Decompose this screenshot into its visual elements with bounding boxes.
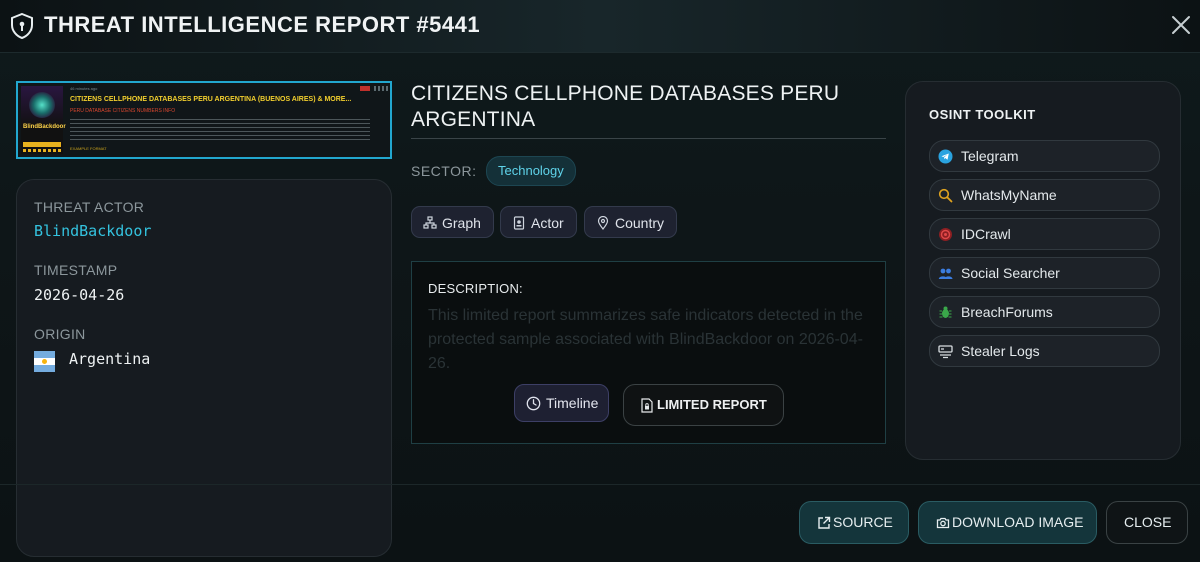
report-modal: THREAT INTELLIGENCE REPORT #5441 BlindBa…	[0, 0, 1200, 562]
report-title: CITIZENS CELLPHONE DATABASES PERU ARGENT…	[411, 82, 840, 131]
footer-divider	[0, 484, 1200, 485]
tool-whatsmyname-label: WhatsMyName	[961, 187, 1057, 203]
close-button[interactable]: CLOSE	[1106, 501, 1188, 544]
actor-button[interactable]: Actor	[500, 206, 577, 238]
users-icon	[938, 268, 953, 279]
origin-label: ORIGIN	[34, 326, 86, 342]
tool-breachforums[interactable]: BreachForums	[929, 296, 1160, 328]
sector-badge: Technology	[486, 156, 576, 186]
description-text: This limited report summarizes safe indi…	[428, 307, 863, 372]
tool-stealer-logs-label: Stealer Logs	[961, 343, 1040, 359]
idcrawl-icon	[939, 228, 952, 241]
tool-telegram-label: Telegram	[961, 148, 1019, 164]
timestamp-value: 2026-04-26	[34, 286, 125, 304]
tool-whatsmyname[interactable]: WhatsMyName	[929, 179, 1160, 211]
tool-social-searcher[interactable]: Social Searcher	[929, 257, 1160, 289]
osint-toolkit-title: OSINT TOOLKIT	[929, 107, 1036, 122]
close-button-label: CLOSE	[1124, 514, 1172, 530]
id-card-icon	[513, 216, 525, 230]
thumbnail-headline: CITIZENS CELLPHONE DATABASES PERU ARGENT…	[70, 96, 352, 103]
tool-breachforums-label: BreachForums	[961, 304, 1053, 320]
map-pin-icon	[597, 216, 609, 230]
tool-telegram[interactable]: Telegram	[929, 140, 1160, 172]
tool-stealer-logs[interactable]: Stealer Logs	[929, 335, 1160, 367]
timestamp-label: TIMESTAMP	[34, 262, 118, 278]
thumbnail-avatar-name: BlindBackdoor	[23, 124, 66, 130]
source-button[interactable]: SOURCE	[799, 501, 909, 544]
clock-icon	[526, 396, 541, 411]
document-lock-icon	[641, 398, 653, 413]
sector-label: SECTOR:	[411, 163, 477, 179]
limited-report-label: LIMITED REPORT	[657, 397, 767, 412]
timeline-button-label: Timeline	[546, 395, 599, 411]
osint-toolkit-panel: OSINT TOOLKIT Telegram WhatsMyName IDCra…	[905, 81, 1181, 460]
shield-icon	[11, 13, 33, 39]
description-panel: DESCRIPTION: This limited report summari…	[411, 261, 886, 444]
origin-value: Argentina	[69, 350, 151, 368]
download-image-button[interactable]: DOWNLOAD IMAGE	[918, 501, 1097, 544]
thumbnail-subline: PERU DATABASE CITIZENS NUMBERS INFO	[70, 108, 176, 114]
timeline-button[interactable]: Timeline	[514, 384, 609, 422]
thumbnail-footer: EXAMPLE FORMAT	[70, 146, 107, 151]
threat-actor-label: THREAT ACTOR	[34, 199, 145, 215]
country-button-label: Country	[615, 215, 665, 231]
download-image-label: DOWNLOAD IMAGE	[952, 514, 1084, 530]
external-link-icon	[818, 516, 831, 529]
threat-actor-value[interactable]: BlindBackdoor	[34, 222, 151, 240]
graph-button[interactable]: Graph	[411, 206, 494, 238]
thumbnail-actions	[374, 86, 388, 91]
tool-idcrawl-label: IDCrawl	[961, 226, 1011, 242]
avatar-stars	[23, 149, 61, 152]
thumbnail-tag	[360, 86, 370, 91]
argentina-flag-icon	[34, 351, 55, 372]
thumbnail-body-text	[70, 119, 370, 141]
bug-icon	[939, 306, 952, 318]
modal-header: THREAT INTELLIGENCE REPORT #5441	[0, 0, 1200, 53]
modal-title: THREAT INTELLIGENCE REPORT #5441	[44, 12, 481, 37]
report-thumbnail[interactable]: BlindBackdoor 46 minutes ago CITIZENS CE…	[16, 81, 392, 159]
description-label: DESCRIPTION:	[428, 281, 523, 296]
title-divider	[411, 138, 886, 139]
tool-idcrawl[interactable]: IDCrawl	[929, 218, 1160, 250]
terminal-icon	[938, 345, 953, 359]
search-icon	[938, 188, 953, 203]
telegram-icon	[938, 149, 953, 164]
actor-button-label: Actor	[531, 215, 564, 231]
avatar-badge	[23, 142, 61, 147]
limited-report-button[interactable]: LIMITED REPORT	[623, 384, 784, 426]
country-button[interactable]: Country	[584, 206, 677, 238]
avatar-image	[29, 92, 55, 118]
graph-button-label: Graph	[442, 215, 481, 231]
graph-icon	[423, 216, 437, 229]
actor-info-card: THREAT ACTOR BlindBackdoor TIMESTAMP 202…	[16, 179, 392, 557]
tool-social-searcher-label: Social Searcher	[961, 265, 1060, 281]
close-icon[interactable]	[1170, 14, 1192, 36]
camera-icon	[936, 517, 950, 529]
source-button-label: SOURCE	[833, 514, 893, 530]
thumbnail-avatar: BlindBackdoor	[21, 86, 66, 154]
thumbnail-meta: 46 minutes ago	[70, 86, 98, 91]
